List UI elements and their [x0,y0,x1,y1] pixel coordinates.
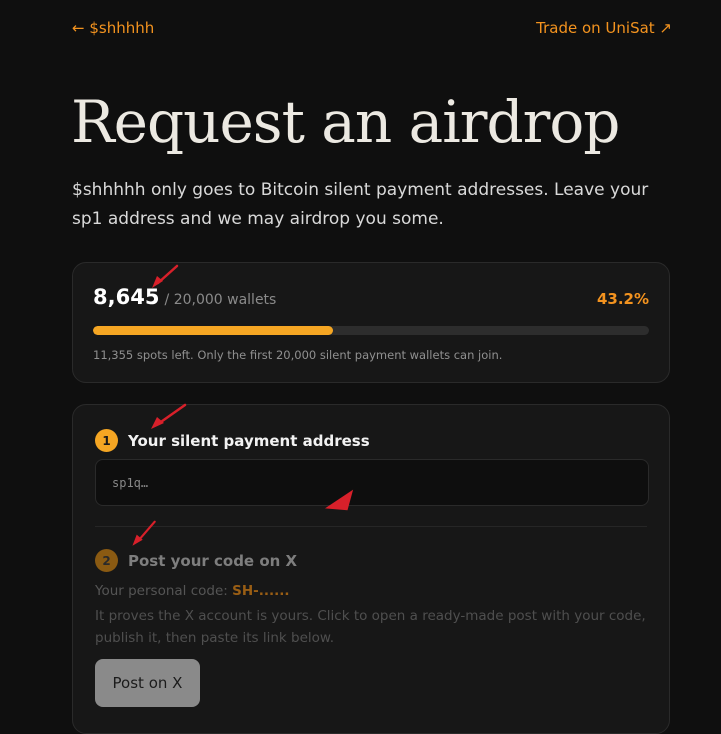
step-2-badge: 2 [95,549,118,572]
step-1-badge: 1 [95,429,118,452]
progress-fill [93,326,334,335]
annotation-arrow-icon [132,520,156,546]
back-link[interactable]: ← $shhhhh [72,19,154,37]
personal-code-value: SH-...... [232,583,290,599]
spots-left-text: 11,355 spots left. Only the first 20,000… [93,348,503,362]
airdrop-form-card: 1 Your silent payment address 2 Post you… [72,404,670,734]
step-1-title: Your silent payment address [128,431,370,450]
annotation-arrow-icon [325,489,354,511]
annotation-arrow-icon [152,264,179,288]
top-nav: ← $shhhhh Trade on UniSat ↗ [72,17,672,39]
personal-code-line: Your personal code: SH-...... [95,583,290,599]
step-2-header: 2 Post your code on X [95,549,297,572]
annotation-arrow-icon [151,403,187,429]
progress-bar [93,326,649,335]
personal-code-label: Your personal code: [95,583,233,599]
wallet-total: / 20,000 wallets [164,292,277,308]
intro-text: $shhhhh only goes to Bitcoin silent paym… [72,180,649,229]
step-divider [95,526,647,527]
post-instructions: It proves the X account is yours. Click … [95,608,646,646]
silent-payment-address-input[interactable] [95,459,649,506]
step-1-header: 1 Your silent payment address [95,429,370,452]
progress-percent: 43.2% [596,290,649,308]
step-2-title: Post your code on X [128,551,298,570]
post-on-x-button[interactable]: Post on X [95,659,200,707]
page-title: Request an airdrop [71,88,620,156]
trade-on-unisat-link[interactable]: Trade on UniSat ↗ [536,19,672,37]
